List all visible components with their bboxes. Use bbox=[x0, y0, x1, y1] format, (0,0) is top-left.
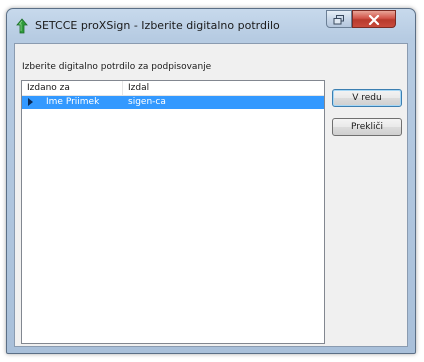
instruction-label: Izberite digitalno potrdilo za podpisova… bbox=[22, 62, 212, 72]
certificate-list[interactable]: Izdano za Izdal Ime Priimek sigen-ca bbox=[21, 80, 325, 344]
dialog-window: SETCCE proXSign - Izberite digitalno pot… bbox=[6, 8, 416, 354]
column-header-issuer[interactable]: Izdal bbox=[128, 81, 149, 95]
list-header: Izdano za Izdal bbox=[22, 81, 324, 96]
ok-button[interactable]: V redu bbox=[332, 89, 402, 107]
proxsign-logo-icon bbox=[15, 18, 29, 34]
restore-icon bbox=[333, 10, 345, 29]
row-selector-arrow-icon bbox=[28, 98, 33, 106]
close-button[interactable] bbox=[352, 10, 396, 28]
cell-issued-to: Ime Priimek bbox=[46, 97, 100, 107]
restore-button[interactable] bbox=[326, 10, 352, 28]
title-bar[interactable]: SETCCE proXSign - Izberite digitalno pot… bbox=[7, 9, 415, 43]
column-divider[interactable] bbox=[122, 81, 123, 95]
cancel-button[interactable]: Prekliči bbox=[332, 118, 402, 136]
table-row[interactable]: Ime Priimek sigen-ca bbox=[22, 96, 324, 109]
dialog-body: Izberite digitalno potrdilo za podpisova… bbox=[14, 43, 408, 347]
close-icon bbox=[368, 10, 380, 29]
column-header-issued-to[interactable]: Izdano za bbox=[27, 81, 70, 95]
cell-issuer: sigen-ca bbox=[128, 97, 166, 107]
window-title: SETCCE proXSign - Izberite digitalno pot… bbox=[35, 19, 280, 32]
